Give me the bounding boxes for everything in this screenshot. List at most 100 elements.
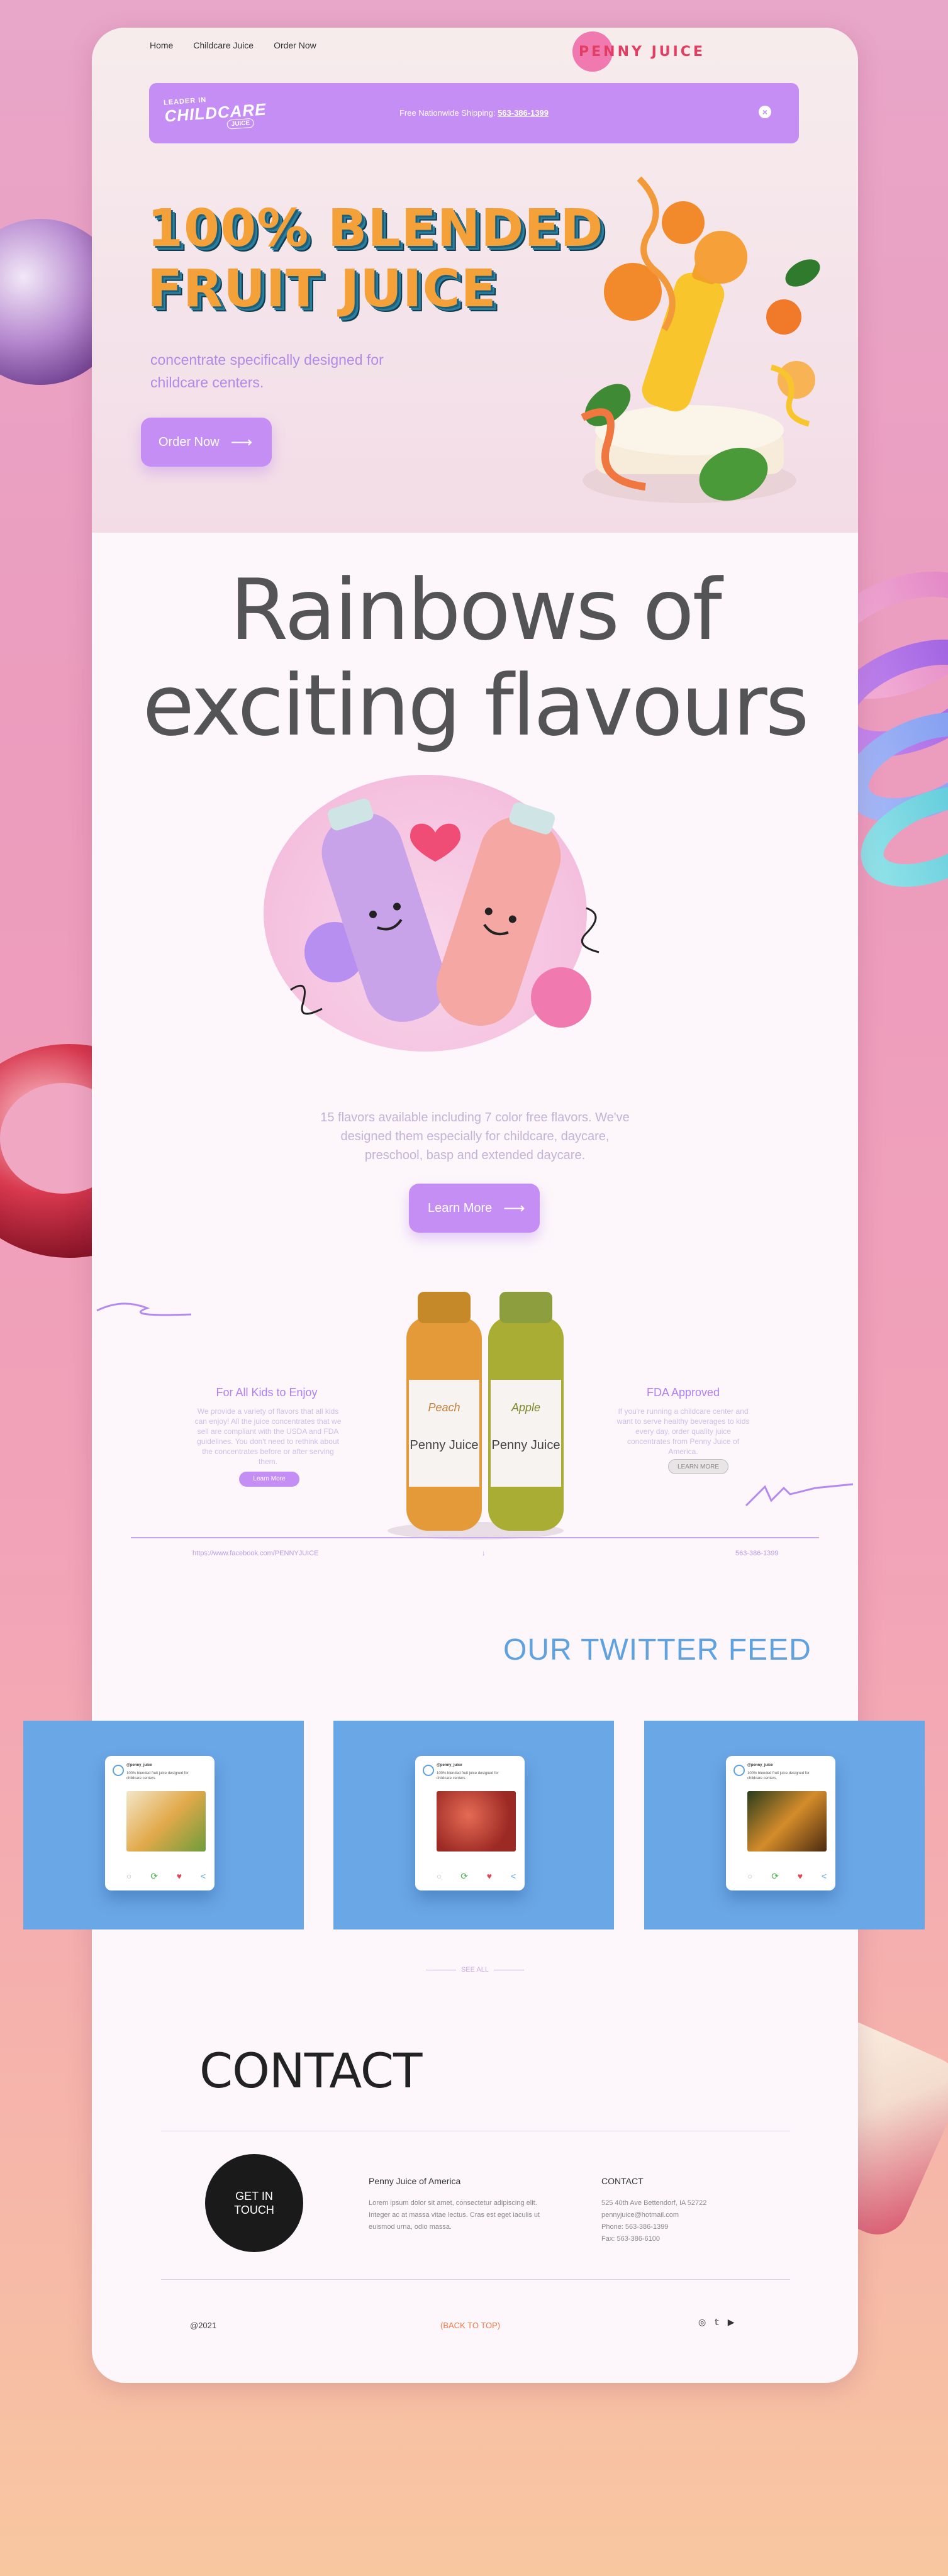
like-icon[interactable]: ♥ — [798, 1871, 803, 1882]
arrow-right-icon: ⟶ — [230, 433, 253, 451]
hero-subtitle: concentrate specifically designed for ch… — [150, 352, 384, 391]
learn-more-button[interactable]: Learn More ⟶ — [409, 1184, 540, 1233]
tweet-actions: ○ ⟳ ♥ < — [437, 1871, 516, 1882]
order-now-button[interactable]: Order Now ⟶ — [141, 418, 272, 467]
tweet-text: 100% blended fruit juice designed for ch… — [747, 1772, 810, 1780]
get-in-touch-line1: GET IN — [235, 2190, 273, 2202]
section-divider — [131, 1537, 819, 1538]
tweet-image — [126, 1791, 206, 1852]
scribble-left-decoration — [96, 1302, 192, 1316]
feature-right-learn-more-button[interactable]: LEARN MORE — [668, 1459, 728, 1474]
twitter-feed-heading: OUR TWITTER FEED — [503, 1633, 811, 1667]
top-nav: Home Childcare Juice Order Now — [150, 40, 316, 50]
instagram-icon[interactable]: ◎ — [698, 2317, 706, 2328]
peach-label: Peach — [428, 1401, 460, 1414]
tweet-card[interactable]: @penny_juice 100% blended fruit juice de… — [333, 1721, 614, 1929]
brand-logo[interactable]: PENNY JUICE — [572, 31, 705, 72]
get-in-touch-line2: TOUCH — [234, 2204, 274, 2216]
like-icon[interactable]: ♥ — [487, 1871, 492, 1882]
arrow-right-icon: ⟶ — [503, 1199, 525, 1217]
twitter-icon[interactable]: 𝕥 — [715, 2317, 719, 2328]
get-in-touch-button[interactable]: GET IN TOUCH — [205, 2154, 303, 2252]
shipping-phone[interactable]: 563-386-1399 — [498, 108, 549, 118]
tweet-phone-mockup: @penny_juice 100% blended fruit juice de… — [726, 1756, 835, 1890]
feature-left-text: We provide a variety of flavors that all… — [194, 1407, 342, 1466]
orange-icon — [694, 231, 747, 284]
close-icon[interactable]: × — [759, 106, 771, 118]
tweet-image — [747, 1791, 827, 1852]
contact-heading: CONTACT — [199, 2043, 422, 2099]
flavours-description: 15 flavors available including 7 color f… — [92, 1108, 858, 1165]
company-text: Lorem ipsum dolor sit amet, consectetur … — [369, 2199, 540, 2231]
feature-right-text: If you're running a childcare center and… — [616, 1407, 750, 1456]
tweet-actions: ○ ⟳ ♥ < — [747, 1871, 827, 1882]
shipping-text: Free Nationwide Shipping: 563-386-1399 — [149, 108, 799, 118]
flavours-description-text: 15 flavors available including 7 color f… — [320, 1111, 630, 1162]
company-title: Penny Juice of America — [369, 2176, 461, 2186]
see-all-link[interactable]: SEE ALL — [418, 1966, 532, 1974]
brand-name: PENNY JUICE — [579, 43, 705, 60]
nav-order-now[interactable]: Order Now — [274, 40, 316, 50]
comment-icon[interactable]: ○ — [437, 1871, 442, 1882]
share-icon[interactable]: < — [511, 1871, 516, 1882]
copyright: @2021 — [190, 2321, 217, 2330]
tweet-phone-mockup: @penny_juice 100% blended fruit juice de… — [415, 1756, 525, 1890]
contact-details: 525 40th Ave Bettendorf, IA 52722 pennyj… — [601, 2197, 765, 2245]
like-icon[interactable]: ♥ — [177, 1871, 182, 1882]
tweet-card[interactable]: @penny_juice 100% blended fruit juice de… — [23, 1721, 304, 1929]
tweet-author: @penny_juice — [437, 1763, 462, 1767]
back-to-top-link[interactable]: (BACK TO TOP) — [440, 2321, 500, 2330]
tweet-image — [437, 1791, 516, 1852]
tweet-phone-mockup: @penny_juice 100% blended fruit juice de… — [105, 1756, 215, 1890]
strawberry-badge-icon — [531, 967, 591, 1028]
share-icon[interactable]: < — [201, 1871, 206, 1882]
retweet-icon[interactable]: ⟳ — [771, 1871, 779, 1882]
tweet-author: @penny_juice — [747, 1763, 773, 1767]
pedestal-top — [595, 405, 784, 455]
orange-icon — [662, 201, 705, 244]
contact-address: 525 40th Ave Bettendorf, IA 52722 — [601, 2199, 707, 2207]
flavours-heading: Rainbows of exciting flavours — [92, 562, 858, 753]
feature-right-title: FDA Approved — [646, 1386, 720, 1399]
tweet-text: 100% blended fruit juice designed for ch… — [437, 1772, 499, 1780]
shipping-banner: LEADER IN CHILDCARE JUICE Free Nationwid… — [149, 83, 799, 143]
order-now-label: Order Now — [159, 435, 220, 449]
contact-phone[interactable]: Phone: 563-386-1399 — [601, 2221, 765, 2233]
share-icon[interactable]: < — [822, 1871, 827, 1882]
leaf-icon — [785, 259, 820, 287]
juice-bottles-product: Peach Apple Penny Juice Penny Juice — [388, 1292, 564, 1540]
contact-email[interactable]: pennyjuice@hotmail.com — [601, 2209, 765, 2221]
hero-juice-illustration — [581, 176, 820, 503]
flavours-heading-line1: Rainbows of — [230, 561, 722, 659]
smiling-bottles-illustration — [290, 798, 599, 1028]
nav-childcare-juice[interactable]: Childcare Juice — [193, 40, 254, 50]
comment-icon[interactable]: ○ — [126, 1871, 131, 1882]
squiggle-decoration — [290, 984, 323, 1015]
avatar — [113, 1765, 124, 1776]
orange-slice-icon — [778, 361, 815, 399]
heart-icon — [410, 823, 460, 862]
contact-fax: Fax: 563-386-6100 — [601, 2235, 660, 2243]
comment-icon[interactable]: ○ — [747, 1871, 752, 1882]
bottle1-brand: Penny Juice — [410, 1438, 479, 1452]
nav-home[interactable]: Home — [150, 40, 173, 50]
facebook-link[interactable]: https://www.facebook.com/PENNYJUICE — [192, 1550, 319, 1557]
tweet-text: 100% blended fruit juice designed for ch… — [126, 1772, 189, 1780]
retweet-icon[interactable]: ⟳ — [460, 1871, 468, 1882]
tweet-actions: ○ ⟳ ♥ < — [126, 1871, 206, 1882]
main-card: Home Childcare Juice Order Now PENNY JUI… — [92, 28, 858, 2383]
info-phone[interactable]: 563-386-1399 — [735, 1550, 779, 1557]
scribble-right-decoration — [745, 1483, 854, 1507]
contact-column-title: CONTACT — [601, 2176, 644, 2186]
feature-left-learn-more-button[interactable]: Learn More — [239, 1472, 299, 1487]
social-links: ◎ 𝕥 ▶ — [698, 2317, 735, 2328]
shipping-label: Free Nationwide Shipping: — [399, 108, 496, 118]
tweet-author: @penny_juice — [126, 1763, 152, 1767]
tweet-card[interactable]: @penny_juice 100% blended fruit juice de… — [644, 1721, 925, 1929]
contact-divider-bottom — [161, 2279, 790, 2280]
squiggle-decoration — [581, 907, 599, 953]
retweet-icon[interactable]: ⟳ — [150, 1871, 158, 1882]
arrow-down-icon[interactable]: ↓ — [482, 1550, 486, 1557]
youtube-icon[interactable]: ▶ — [728, 2317, 735, 2328]
apple-label: Apple — [511, 1401, 540, 1414]
